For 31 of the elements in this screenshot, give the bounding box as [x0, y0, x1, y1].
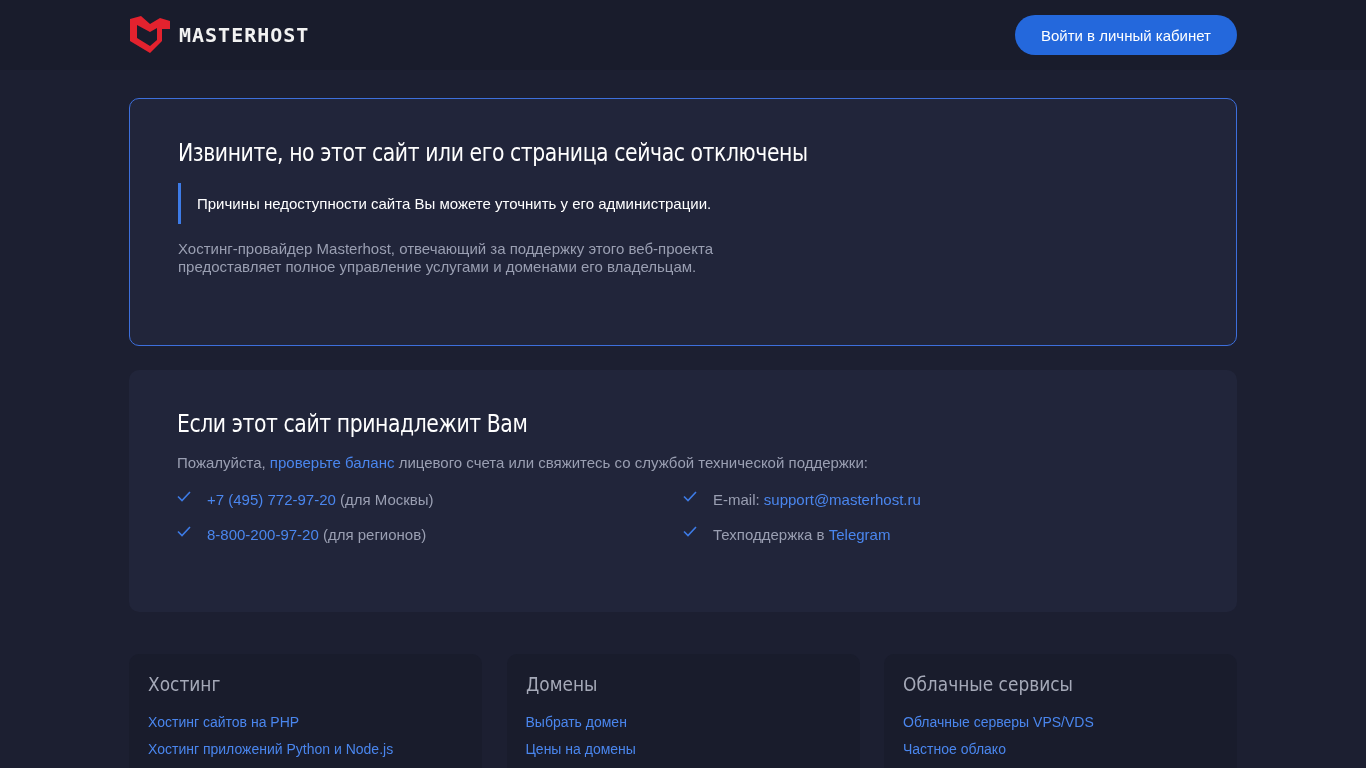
logo-text[interactable]: MASTERHOST	[179, 23, 310, 47]
footer-link[interactable]: Частное облако	[903, 741, 1006, 757]
check-icon	[683, 491, 697, 502]
footer-link[interactable]: Облачные серверы VPS/VDS	[903, 714, 1094, 730]
link[interactable]: проверьте баланс	[269, 454, 395, 471]
link[interactable]: 8-800-200-97-20	[207, 526, 319, 543]
contact-text: E-mail: support@masterhost.ru	[713, 491, 921, 508]
description-line: предоставляет полное управление услугами и доменами его владельцам.	[178, 258, 698, 276]
footer-heading: Облачные сервисы	[903, 672, 1074, 696]
contact-text: +7 (495) 772-97-20 (для Москвы)	[207, 491, 434, 508]
notice-title: Извините, но этот сайт или его страница сейчас отключены	[178, 139, 808, 167]
link[interactable]: +7 (495) 772-97-20	[207, 491, 336, 508]
check-icon	[683, 526, 697, 537]
link[interactable]: Telegram	[828, 526, 891, 543]
footer-heading: Домены	[525, 672, 597, 696]
login-button[interactable]: Войти в личный кабинет	[1014, 15, 1237, 55]
owner-title: Если этот сайт принадлежит Вам	[177, 410, 528, 438]
footer-link[interactable]: Выбрать домен	[525, 714, 627, 730]
contact-text: Техподдержка в Telegram	[713, 526, 891, 543]
footer-heading: Хостинг	[148, 672, 221, 696]
notice-quote: Причины недоступности сайта Вы можете уточнить у его администрации.	[178, 183, 1188, 224]
description-line: Хостинг-провайдер Masterhost, отвечающий за поддержку этого веб-проекта	[178, 240, 714, 258]
footer-link[interactable]: Хостинг приложений Python и Node.js	[148, 741, 394, 757]
check-icon	[177, 491, 191, 502]
intro-text: Пожалуйста, проверьте баланс лицевого счета или свяжитесь со службой технической поддержки:	[177, 454, 869, 471]
check-icon	[177, 526, 191, 537]
logo-icon	[129, 15, 171, 55]
link[interactable]: support@masterhost.ru	[763, 491, 921, 508]
contact-text: 8-800-200-97-20 (для регионов)	[207, 526, 427, 543]
footer-link[interactable]: Цены на домены	[525, 741, 636, 757]
footer-link[interactable]: Хостинг сайтов на PHP	[148, 714, 300, 730]
